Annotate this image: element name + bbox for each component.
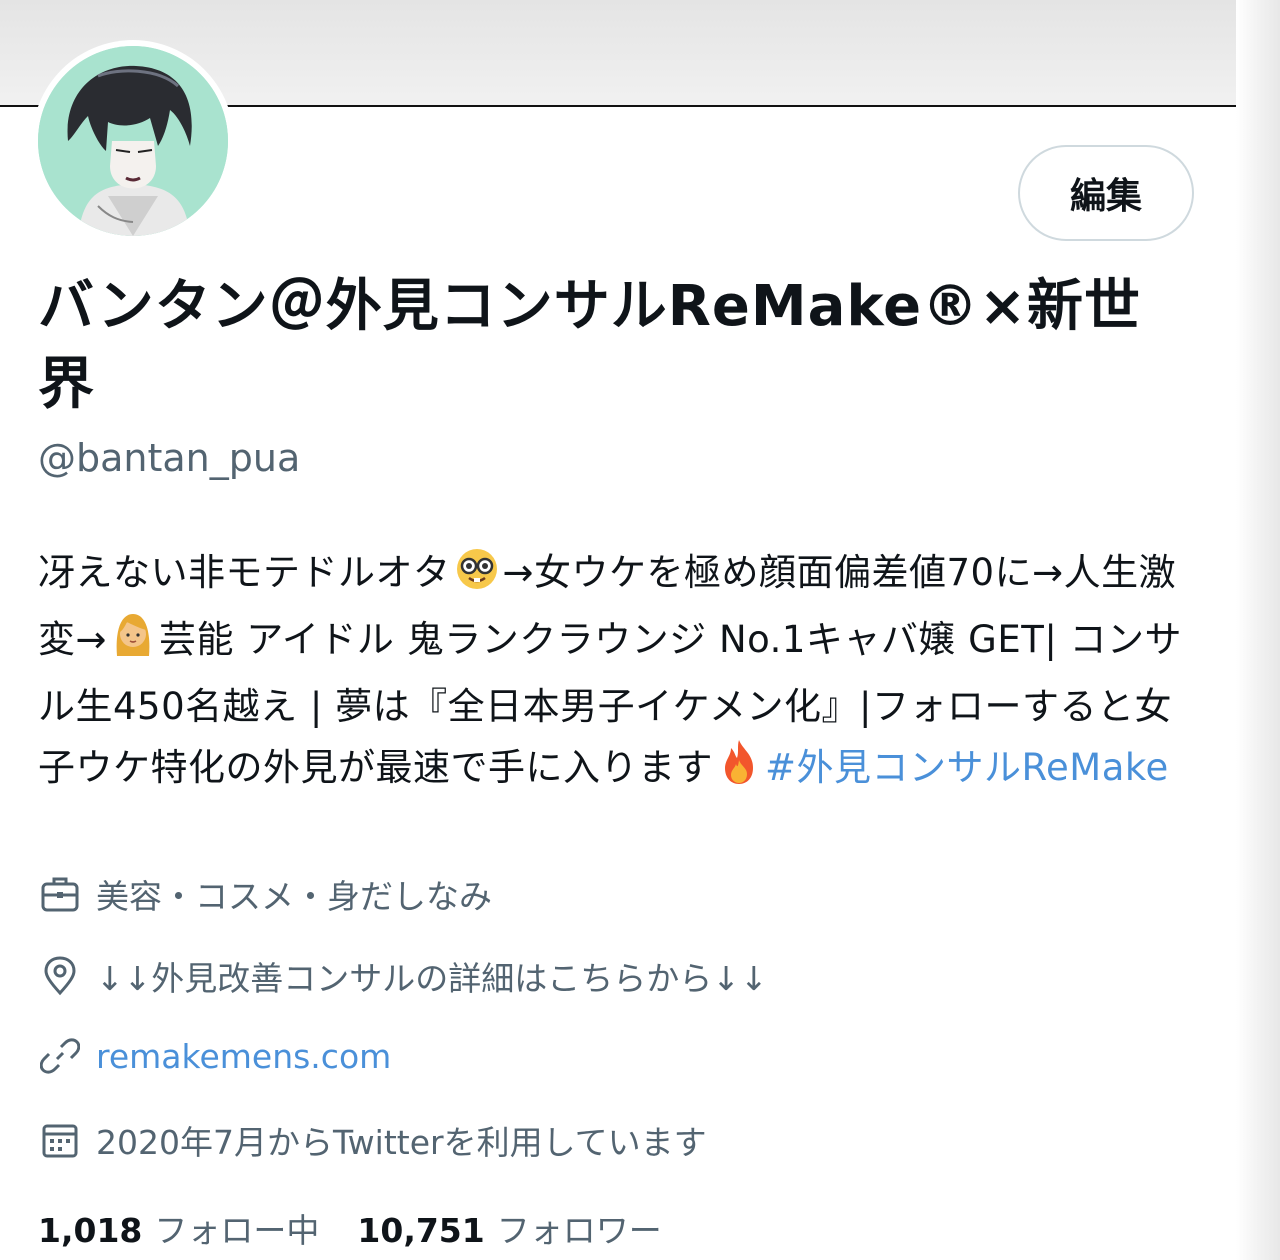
followers-count: 10,751 — [357, 1211, 485, 1250]
profile-bio: 冴えない非モテドルオタ →女ウケを極め顔面偏差値70に→人生激変→ 芸能 アイドル … — [38, 542, 1198, 804]
location-pin-icon — [38, 954, 82, 998]
woman-icon — [111, 610, 155, 676]
bio-hashtag-link[interactable]: #外見コンサルReMake — [765, 746, 1169, 789]
category-text: 美容・コスメ・身だしなみ — [96, 877, 492, 916]
joined-date-text: 2020年7月からTwitterを利用しています — [96, 1123, 707, 1162]
location-text: ↓↓外見改善コンサルの詳細はこちらから↓↓ — [96, 959, 768, 998]
fire-icon — [717, 738, 761, 804]
nerd-face-icon — [455, 547, 499, 609]
edit-profile-button[interactable]: 編集 — [1018, 145, 1194, 241]
user-handle: @bantan_pua — [38, 436, 301, 480]
display-name: バンタン＠外見コンサルReMake®×新世界 — [38, 274, 1142, 417]
meta-category: 美容・コスメ・身だしなみ — [38, 870, 492, 918]
calendar-icon — [38, 1118, 82, 1162]
briefcase-icon — [38, 872, 82, 916]
avatar[interactable] — [38, 46, 228, 236]
follow-stats: 1,018 フォロー中 10,751 フォロワー — [38, 1204, 700, 1252]
website-link[interactable]: remakemens.com — [96, 1037, 391, 1076]
avatar-illustration — [38, 46, 228, 236]
meta-joined: 2020年7月からTwitterを利用しています — [38, 1116, 707, 1164]
meta-website: remakemens.com — [38, 1034, 391, 1078]
meta-location: ↓↓外見改善コンサルの詳細はこちらから↓↓ — [38, 952, 768, 1000]
followers-label: フォロワー — [496, 1211, 662, 1250]
page-edge-shadow — [1236, 0, 1280, 1260]
bio-text-1: 冴えない非モテドルオタ — [38, 551, 451, 594]
following-stat[interactable]: 1,018 フォロー中 — [38, 1204, 319, 1252]
following-label: フォロー中 — [154, 1211, 320, 1250]
link-icon — [38, 1034, 82, 1078]
followers-stat[interactable]: 10,751 フォロワー — [357, 1204, 661, 1252]
following-count: 1,018 — [38, 1211, 143, 1250]
